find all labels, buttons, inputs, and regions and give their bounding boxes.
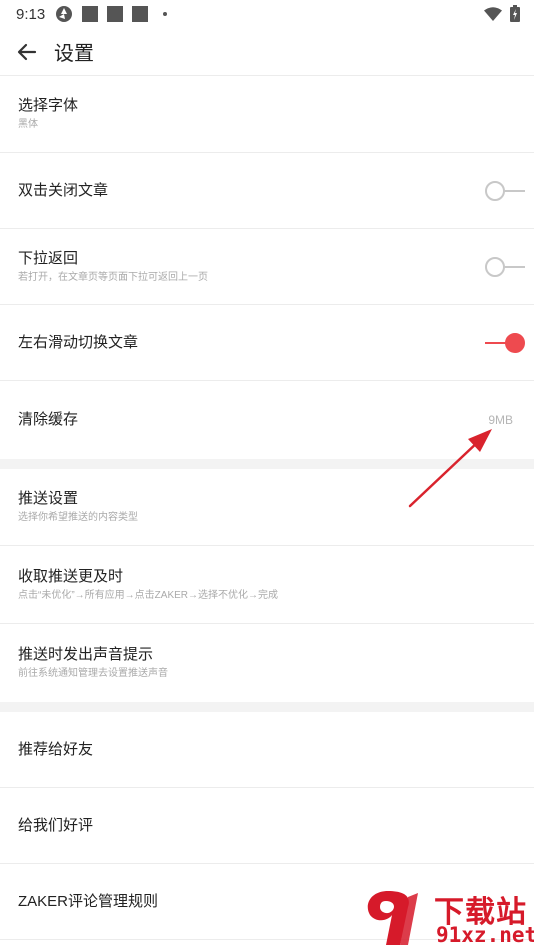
setting-swipe-switch[interactable]: 左右滑动切换文章 [0,305,534,381]
settings-list: 选择字体 黑体 双击关闭文章 下拉返回 若打开，在文章页等页面下拉可返回上一页 … [0,76,534,940]
arrow-left-icon [17,43,37,60]
setting-push-settings[interactable]: 推送设置 选择你希望推送的内容类型 [0,469,534,546]
watermark-brand-bottom: 91xz.net [436,923,534,947]
notification-icon [82,6,99,22]
cache-size-value: 9MB [488,413,513,427]
toggle-knob [485,256,505,277]
notification-icon [107,6,124,22]
aperture-icon [56,6,73,22]
app-bar: 设置 [0,28,534,76]
setting-timely-push[interactable]: 收取推送更及时 点击“未优化”→所有应用→点击ZAKER→选择不优化→完成 [0,546,534,624]
setting-subtitle: 黑体 [18,119,38,130]
setting-title: 下拉返回 [18,249,79,267]
status-right [484,5,520,22]
setting-title: 推送时发出声音提示 [18,646,154,663]
toggle-knob [505,332,525,353]
status-time: 9:13 [16,5,46,23]
setting-clear-cache[interactable]: 清除缓存 9MB [0,381,534,459]
section-divider [0,702,534,712]
setting-title: 双击关闭文章 [18,181,109,199]
section-divider [0,459,534,469]
setting-pull-down-return[interactable]: 下拉返回 若打开，在文章页等页面下拉可返回上一页 [0,229,534,305]
setting-title: 清除缓存 [18,411,79,428]
setting-push-sound[interactable]: 推送时发出声音提示 前往系统通知管理去设置推送声音 [0,624,534,702]
setting-subtitle: 若打开，在文章页等页面下拉可返回上一页 [18,271,208,283]
setting-double-tap-close[interactable]: 双击关闭文章 [0,153,534,229]
setting-rate-us[interactable]: 给我们好评 [0,788,534,864]
pull-down-return-toggle[interactable] [485,256,525,278]
setting-title: 收取推送更及时 [18,567,124,585]
back-button[interactable] [0,28,54,76]
brand-logo-icon [367,891,418,945]
setting-recommend[interactable]: 推荐给好友 [0,712,534,788]
setting-title: 左右滑动切换文章 [18,333,139,351]
setting-title: 选择字体 [18,97,79,114]
battery-icon [510,5,520,22]
setting-title: 推荐给好友 [18,740,94,758]
setting-subtitle: 前往系统通知管理去设置推送声音 [18,668,168,679]
page-title: 设置 [54,43,94,65]
setting-subtitle: 选择你希望推送的内容类型 [18,512,138,523]
toggle-knob [485,180,505,201]
setting-subtitle: 点击“未优化”→所有应用→点击ZAKER→选择不优化→完成 [18,589,278,601]
notification-icon [132,6,149,22]
setting-title: 推送设置 [18,490,79,507]
swipe-switch-toggle[interactable] [485,332,525,354]
double-tap-close-toggle[interactable] [485,180,525,202]
watermark: 下载站 91xz.net [352,883,534,950]
setting-title: 给我们好评 [18,816,94,834]
more-notifications-icon [163,12,168,16]
wifi-icon [484,6,502,21]
setting-font[interactable]: 选择字体 黑体 [0,76,534,153]
status-bar: 9:13 [0,0,534,28]
